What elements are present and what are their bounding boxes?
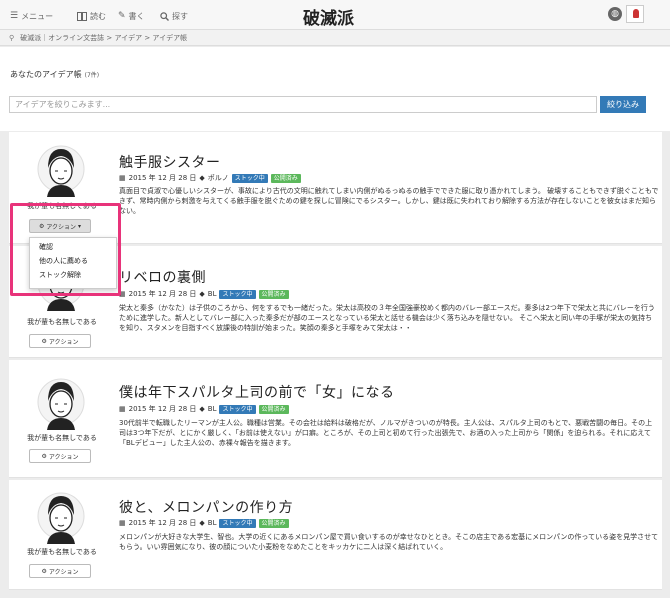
idea-meta: ▦ 2015 年 12 月 28 日 ◆ BL ストック中 公開済み (119, 518, 289, 528)
search-icon (160, 11, 169, 21)
author-name[interactable]: 我が輩も名無しである (18, 433, 106, 443)
stock-badge: ストック中 (219, 518, 256, 528)
published-badge: 公開済み (258, 404, 289, 414)
menu-nav-item[interactable]: ☰ メニュー (10, 9, 53, 23)
calendar-icon: ▦ (119, 174, 126, 182)
stock-badge: ストック中 (219, 289, 256, 299)
explore-label: 探す (172, 11, 188, 21)
calendar-icon: ▦ (119, 405, 126, 413)
stock-badge: ストック中 (231, 173, 268, 183)
breadcrumb-text[interactable]: 破滅派｜オンライン文芸誌 > アイデア > アイデア帳 (20, 33, 187, 43)
author-avatar[interactable] (37, 488, 85, 544)
explore-nav-item[interactable]: 探す (160, 9, 188, 23)
action-button[interactable]: ⚙ アクション (29, 334, 91, 348)
idea-genre[interactable]: BL (208, 519, 217, 527)
site-logo[interactable]: 破滅派 (303, 4, 354, 29)
idea-notebook-panel: あなたのアイデア帳(7件) 絞り込み (0, 47, 670, 131)
highlight-frame (10, 203, 121, 296)
author-avatar[interactable] (37, 374, 85, 430)
author-name[interactable]: 我が輩も名無しである (18, 547, 106, 557)
idea-date: 2015 年 12 月 28 日 (128, 174, 197, 182)
breadcrumb: ⚲ 破滅派｜オンライン文芸誌 > アイデア > アイデア帳 (0, 30, 670, 46)
action-label: アクション (48, 568, 79, 576)
gear-icon: ⚙ (41, 337, 47, 345)
idea-card: 我が輩も名無しである ⚙ アクション 彼と、メロンパンの作り方 ▦ 2015 年 … (9, 480, 662, 590)
read-label: 読む (90, 11, 106, 21)
idea-genre[interactable]: BL (208, 290, 217, 298)
published-badge: 公開済み (258, 289, 289, 299)
idea-genre[interactable]: ポルノ (208, 173, 229, 183)
idea-summary: 30代前半で転職したリーマンが主人公。職種は営業。その会社は給料は破格だが、ノル… (119, 419, 653, 447)
idea-title[interactable]: 彼と、メロンパンの作り方 (119, 497, 293, 517)
tag-icon: ◆ (199, 519, 205, 527)
write-nav-item[interactable]: ✎ 書く (118, 9, 145, 23)
tag-icon: ◆ (199, 174, 205, 182)
filter-button[interactable]: 絞り込み (600, 96, 646, 113)
action-label: アクション (48, 453, 79, 461)
author-avatar[interactable] (37, 141, 85, 197)
map-pin-icon: ⚲ (9, 33, 15, 42)
menu-label: メニュー (21, 11, 54, 21)
pen-icon: ✎ (118, 11, 126, 21)
idea-meta: ▦ 2015 年 12 月 28 日 ◆ ポルノ ストック中 公開済み (119, 173, 301, 183)
action-button[interactable]: ⚙ アクション (29, 564, 91, 578)
idea-summary: 栄太と秦多（かなた）は子供のころから、何をするでも一緒だった。栄太は高校の３年全… (119, 304, 655, 332)
idea-meta: ▦ 2015 年 12 月 28 日 ◆ BL ストック中 公開済み (119, 404, 289, 414)
idea-title[interactable]: 僕は年下スパルタ上司の前で「女」になる (119, 382, 395, 402)
page-title: あなたのアイデア帳 (7件) (10, 69, 99, 80)
idea-meta: ▦ 2015 年 12 月 28 日 ◆ BL ストック中 公開済み (119, 289, 289, 299)
idea-date: 2015 年 12 月 28 日 (128, 405, 197, 413)
action-button[interactable]: ⚙ アクション (29, 449, 91, 463)
published-badge: 公開済み (258, 518, 289, 528)
top-navbar: ☰ メニュー 読む ✎ 書く 探す 破滅派 ◍ (0, 0, 670, 30)
globe-icon[interactable]: ◍ (608, 7, 622, 21)
published-badge: 公開済み (270, 173, 301, 183)
idea-genre[interactable]: BL (208, 405, 217, 413)
idea-summary: メロンパンが大好きな大学生、智也。大学の近くにあるメロンパン屋で買い食いするのが… (119, 533, 659, 551)
page-title-text: あなたのアイデア帳 (10, 70, 82, 79)
tag-icon: ◆ (199, 405, 205, 413)
tag-icon: ◆ (199, 290, 205, 298)
idea-summary: 真面目で貞淑で心優しいシスターが、事故により古代の文明に触れてしまい内側がぬるっ… (119, 187, 659, 215)
idea-title[interactable]: 触手服シスター (119, 152, 221, 172)
idea-card: 我が輩も名無しである ⚙ アクション 僕は年下スパルタ上司の前で「女」になる ▦ … (9, 360, 662, 478)
idea-count: (7件) (84, 72, 100, 79)
calendar-icon: ▦ (119, 519, 126, 527)
stock-badge: ストック中 (219, 404, 256, 414)
idea-title[interactable]: リベロの裏側 (119, 267, 206, 287)
author-name[interactable]: 我が輩も名無しである (18, 317, 106, 327)
user-avatar[interactable] (626, 5, 644, 23)
gear-icon: ⚙ (41, 452, 47, 460)
gear-icon: ⚙ (41, 567, 47, 575)
write-label: 書く (128, 11, 145, 21)
action-label: アクション (48, 338, 79, 346)
read-nav-item[interactable]: 読む (77, 9, 106, 23)
book-icon (77, 11, 87, 21)
idea-filter-input[interactable] (9, 96, 597, 113)
idea-date: 2015 年 12 月 28 日 (128, 519, 197, 527)
bars-icon: ☰ (10, 11, 19, 21)
idea-date: 2015 年 12 月 28 日 (128, 290, 197, 298)
